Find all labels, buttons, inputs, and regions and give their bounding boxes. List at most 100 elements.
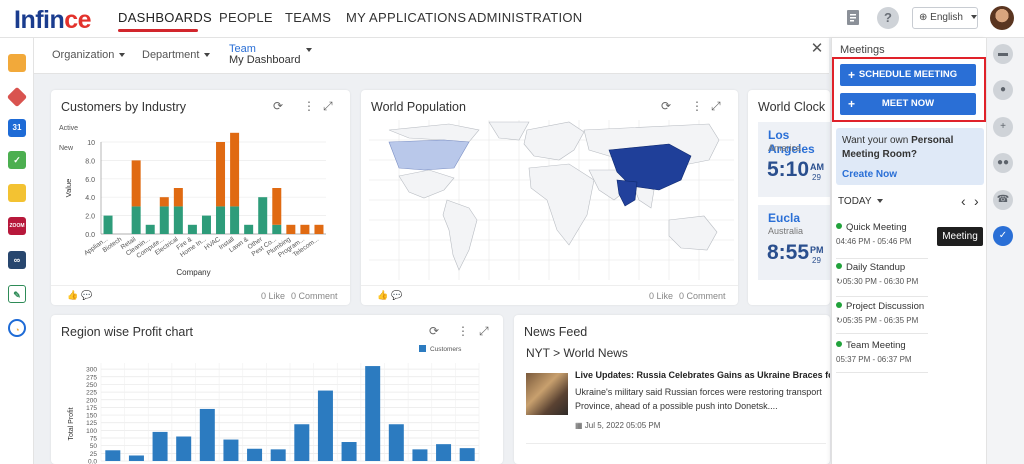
comment-count[interactable]: 0 Comment: [679, 291, 726, 301]
next-day-icon[interactable]: ›: [974, 193, 979, 209]
meeting-item[interactable]: Daily Standup ↻05:30 PM - 06:30 PM: [836, 262, 928, 286]
left-app-rail: 31 ✓ ZOOM ∞ ✎ ◔: [0, 38, 34, 464]
calendar-icon[interactable]: 31: [8, 119, 26, 137]
y-tick-label: 50: [90, 443, 98, 450]
gauge-icon[interactable]: ◔: [8, 319, 26, 337]
more-options-icon[interactable]: ⋮: [457, 324, 469, 338]
zoom-app-icon[interactable]: ZOOM: [8, 217, 26, 235]
clock-ampm: PM: [810, 245, 824, 255]
news-source[interactable]: NYT > World News: [526, 346, 628, 360]
clock-ampm: AM: [810, 162, 824, 172]
chevron-down-icon: [306, 48, 312, 52]
card-title: Region wise Profit chart: [61, 325, 194, 339]
bar-customers: [341, 442, 357, 461]
meeting-name: Team Meeting: [846, 340, 906, 351]
close-panel-icon[interactable]: ✕: [808, 40, 826, 58]
meeting-item[interactable]: Quick Meeting 04:46 PM - 05:46 PM: [836, 222, 928, 246]
status-dot: [836, 223, 842, 229]
link-icon[interactable]: ∞: [8, 251, 26, 269]
clock-tile-eucla: Eucla Australia 8:55 PM 29: [758, 205, 830, 280]
expand-icon[interactable]: ⤢: [323, 99, 333, 114]
chevron-down-icon: [970, 15, 977, 20]
today-selector[interactable]: TODAY: [838, 196, 883, 207]
language-select[interactable]: ⊕ English: [912, 7, 978, 29]
user-add-icon[interactable]: +: [993, 117, 1013, 137]
phone-icon[interactable]: ☎: [993, 190, 1013, 210]
like-icon[interactable]: 👍: [67, 290, 78, 301]
meeting-item[interactable]: Team Meeting 05:37 PM - 06:37 PM: [836, 340, 928, 364]
refresh-icon[interactable]: ⟳: [429, 324, 439, 338]
expand-icon[interactable]: ⤢: [479, 324, 489, 339]
y-tick-label: 2.0: [85, 214, 95, 221]
y-tick-label: 300: [86, 367, 97, 374]
bar-active: [216, 206, 226, 234]
bar-new: [131, 160, 141, 207]
nav-teams[interactable]: TEAMS: [285, 10, 331, 25]
y-tick-label: 100: [86, 428, 97, 435]
bar-customers: [270, 449, 286, 461]
clock-city: Eucla: [768, 211, 801, 225]
expand-icon[interactable]: ⤢: [711, 99, 721, 114]
more-options-icon[interactable]: ⋮: [691, 99, 703, 113]
create-now-link[interactable]: Create Now: [842, 169, 897, 180]
nav-administration[interactable]: ADMINISTRATION: [468, 10, 582, 25]
bar-customers: [459, 448, 475, 461]
group-icon[interactable]: ●●: [993, 153, 1013, 173]
news-headline[interactable]: Live Updates: Russia Celebrates Gains as…: [575, 370, 830, 380]
department-filter[interactable]: Department: [142, 49, 211, 61]
news-thumbnail[interactable]: [526, 373, 568, 415]
refresh-icon[interactable]: ⟳: [273, 99, 283, 113]
nav-dashboards[interactable]: DASHBOARDS: [118, 10, 212, 25]
y-tick-label: 0.0: [85, 232, 95, 239]
schedule-meeting-button[interactable]: + SCHEDULE MEETING: [840, 64, 976, 86]
bar-new: [272, 188, 282, 225]
schedule-meeting-label: SCHEDULE MEETING: [858, 69, 958, 80]
checklist-icon[interactable]: ✓: [8, 151, 26, 169]
meet-now-button[interactable]: + MEET NOW: [840, 93, 976, 115]
chat-icon[interactable]: ▬: [993, 44, 1013, 64]
bar-active: [244, 224, 254, 234]
bar-active: [159, 206, 169, 234]
help-icon[interactable]: ?: [877, 7, 899, 29]
refresh-icon[interactable]: ⟳: [661, 99, 671, 113]
prev-day-icon[interactable]: ‹: [961, 193, 966, 209]
nav-my-applications[interactable]: MY APPLICATIONS: [346, 10, 466, 25]
like-count[interactable]: 0 Like: [261, 291, 285, 301]
image-icon[interactable]: [8, 184, 26, 202]
card-footer: 👍 💬 0 Like 0 Comment: [361, 285, 738, 305]
divider: [526, 443, 826, 444]
user-icon[interactable]: ●: [993, 80, 1013, 100]
divider: [836, 333, 928, 334]
edit-icon[interactable]: ✎: [8, 285, 26, 303]
language-label: English: [930, 12, 963, 23]
comment-icon[interactable]: 💬: [391, 290, 402, 301]
y-tick-label: 75: [90, 436, 98, 443]
promo-text-part2: Meeting Room?: [842, 149, 917, 160]
x-axis-title: Company: [176, 268, 210, 277]
y-tick-label: 200: [86, 397, 97, 404]
nav-people[interactable]: PEOPLE: [219, 10, 273, 25]
like-icon[interactable]: 👍: [377, 290, 388, 301]
meeting-calendar-icon[interactable]: ✓: [993, 226, 1013, 246]
home-icon[interactable]: [6, 86, 28, 108]
comment-icon[interactable]: 💬: [81, 290, 92, 301]
infince-logo[interactable]: Infince: [14, 6, 92, 35]
team-filter[interactable]: Team My Dashboard: [229, 44, 312, 66]
like-count[interactable]: 0 Like: [649, 291, 673, 301]
card-footer: 👍 💬 0 Like 0 Comment: [51, 285, 350, 305]
more-options-icon[interactable]: ⋮: [303, 99, 315, 113]
bar-customers: [223, 439, 239, 461]
bar-active: [145, 224, 155, 234]
meeting-item[interactable]: Project Discussion ↻05:35 PM - 06:35 PM: [836, 301, 928, 325]
clock-time: 5:10: [767, 158, 810, 181]
bar-customers: [317, 390, 333, 461]
notes-icon[interactable]: [842, 7, 864, 29]
card-title: World Clock: [758, 100, 826, 114]
bar-customers: [388, 424, 404, 461]
organization-filter[interactable]: Organization: [52, 49, 126, 61]
bar-active: [201, 215, 211, 234]
legend-label: Active: [59, 125, 78, 132]
comment-count[interactable]: 0 Comment: [291, 291, 338, 301]
avatar[interactable]: [990, 6, 1014, 30]
folder-icon[interactable]: [8, 54, 26, 72]
